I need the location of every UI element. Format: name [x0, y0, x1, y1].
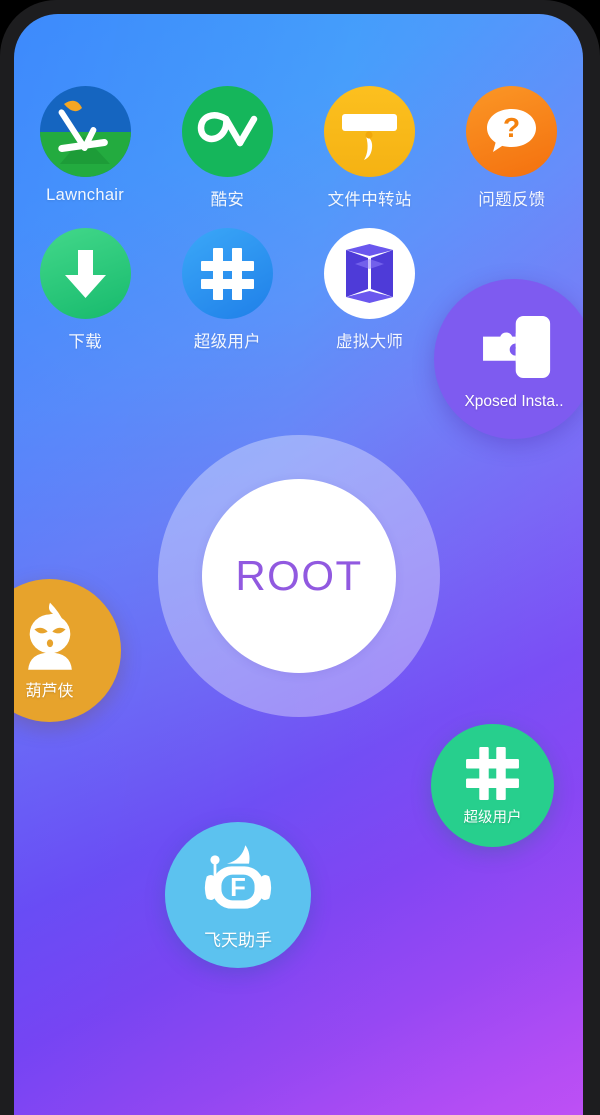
app-label: 下载	[68, 333, 102, 351]
coolapk-icon	[181, 86, 273, 177]
app-lawnchair[interactable]: Lawnchair	[14, 86, 156, 210]
floating-item-xposed[interactable]: Xposed Insta..	[434, 279, 583, 439]
puzzle-piece-icon	[483, 315, 551, 378]
hash-icon	[466, 746, 519, 800]
app-label: 酷安	[210, 191, 245, 209]
cube-icon	[324, 228, 416, 319]
floating-item-label: Xposed Insta..	[464, 392, 564, 410]
app-file-transfer[interactable]: 文件中转站	[299, 86, 441, 210]
floating-item-feitian[interactable]: F 飞天助手	[165, 822, 311, 968]
app-label: Lawnchair	[46, 186, 125, 204]
app-label: 问题反馈	[478, 191, 546, 209]
app-coolapk[interactable]: 酷安	[156, 86, 298, 210]
app-label: 超级用户	[193, 333, 261, 351]
root-button-label: ROOT	[235, 552, 363, 599]
root-button-inner: ROOT	[202, 479, 396, 673]
phone-screen: Lawnchair 酷安 文件中转站 ? 问题反馈 下载 超级用户 虚拟大师 R…	[14, 14, 583, 1115]
question-mark-icon: ?	[466, 86, 558, 177]
robot-f-icon: F	[204, 844, 272, 909]
floating-item-label: 葫芦侠	[25, 683, 74, 700]
hash-icon	[181, 228, 273, 319]
app-superuser[interactable]: 超级用户	[156, 228, 298, 352]
svg-text:?: ?	[503, 112, 520, 143]
floating-item-superuser[interactable]: 超级用户	[431, 724, 554, 847]
app-download[interactable]: 下载	[14, 228, 156, 352]
floating-item-label: 超级用户	[463, 809, 522, 826]
file-transfer-icon	[324, 86, 416, 177]
app-virtual-master[interactable]: 虚拟大师	[299, 228, 441, 352]
floating-item-huluxia[interactable]: 葫芦侠	[14, 579, 121, 722]
gourd-mascot-icon	[27, 602, 72, 670]
floating-item-label: 飞天助手	[204, 930, 272, 950]
download-arrow-icon	[39, 228, 131, 319]
app-label: 文件中转站	[327, 191, 412, 209]
app-label: 虚拟大师	[336, 333, 404, 351]
app-feedback[interactable]: ? 问题反馈	[441, 86, 583, 210]
svg-text:F: F	[230, 873, 246, 901]
phone-frame: Lawnchair 酷安 文件中转站 ? 问题反馈 下载 超级用户 虚拟大师 R…	[0, 0, 600, 1115]
root-button[interactable]: ROOT	[158, 435, 440, 717]
lawnchair-icon	[39, 86, 131, 177]
